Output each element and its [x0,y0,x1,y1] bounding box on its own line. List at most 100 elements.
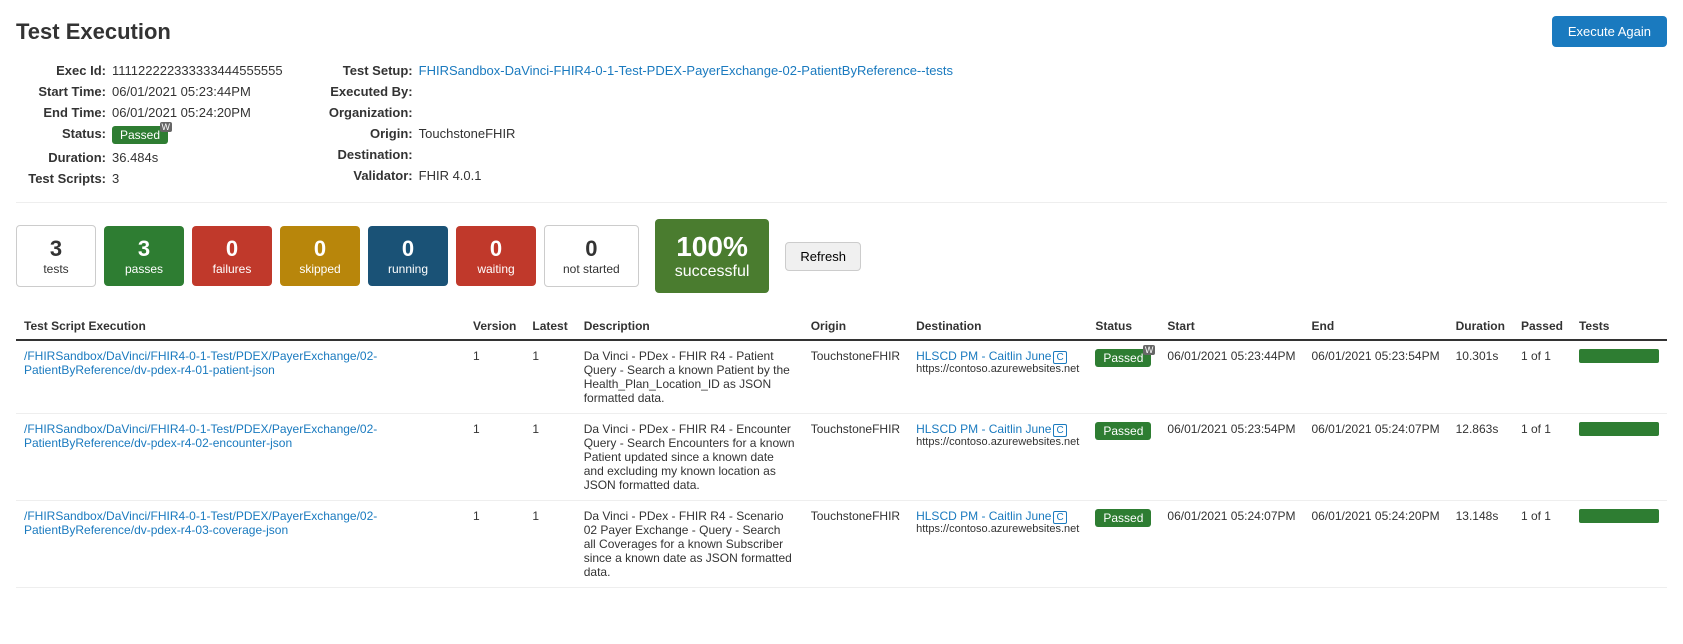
destination-label: Destination: [323,147,413,162]
destination-link[interactable]: HLSCD PM - Caitlin JuneC [916,509,1067,523]
test-scripts-row: Test Scripts: 3 [16,171,283,186]
cell-tests [1571,340,1667,414]
test-setup-link[interactable]: FHIRSandbox-DaVinci-FHIR4-0-1-Test-PDEX-… [419,63,953,78]
end-time-value: 06/01/2021 05:24:20PM [112,105,251,120]
test-scripts-label: Test Scripts: [16,171,106,186]
cell-duration: 10.301s [1448,340,1513,414]
stat-skipped: 0 skipped [280,226,360,286]
waiting-label: waiting [477,262,514,276]
cell-origin: TouchstoneFHIR [803,340,908,414]
cell-start: 06/01/2021 05:23:44PM [1159,340,1303,414]
refresh-button[interactable]: Refresh [785,242,861,271]
cell-version: 1 [465,501,524,588]
start-time-label: Start Time: [16,84,106,99]
cell-end: 06/01/2021 05:24:07PM [1304,414,1448,501]
col-tests: Tests [1571,313,1667,340]
organization-row: Organization: [323,105,953,120]
status-badge: Passed [1095,509,1151,527]
start-time-row: Start Time: 06/01/2021 05:23:44PM [16,84,283,99]
cell-description: Da Vinci - PDex - FHIR R4 - Scenario 02 … [576,501,803,588]
running-number: 0 [402,236,414,262]
cell-start: 06/01/2021 05:24:07PM [1159,501,1303,588]
col-destination: Destination [908,313,1087,340]
cell-version: 1 [465,340,524,414]
col-end: End [1304,313,1448,340]
cell-destination: HLSCD PM - Caitlin JuneChttps://contoso.… [908,414,1087,501]
destination-link[interactable]: HLSCD PM - Caitlin JuneC [916,422,1067,436]
cell-status: Passed [1087,340,1159,414]
stats-row: 3 tests 3 passes 0 failures 0 skipped 0 … [16,219,1667,293]
cell-duration: 12.863s [1448,414,1513,501]
cell-end: 06/01/2021 05:24:20PM [1304,501,1448,588]
progress-bar [1579,349,1659,363]
col-status: Status [1087,313,1159,340]
organization-label: Organization: [323,105,413,120]
cell-destination: HLSCD PM - Caitlin JuneChttps://contoso.… [908,501,1087,588]
destination-row: Destination: [323,147,953,162]
success-percent: 100% [675,231,750,263]
test-setup-label: Test Setup: [323,63,413,78]
cell-origin: TouchstoneFHIR [803,501,908,588]
status-badge: Passed [112,126,168,144]
col-origin: Origin [803,313,908,340]
cell-destination: HLSCD PM - Caitlin JuneChttps://contoso.… [908,340,1087,414]
script-link[interactable]: /FHIRSandbox/DaVinci/FHIR4-0-1-Test/PDEX… [24,349,377,377]
table-row: /FHIRSandbox/DaVinci/FHIR4-0-1-Test/PDEX… [16,501,1667,588]
skipped-number: 0 [314,236,326,262]
cell-duration: 13.148s [1448,501,1513,588]
page-header: Test Execution Execute Again [16,16,1667,47]
notstarted-number: 0 [585,236,597,262]
results-table: Test Script Execution Version Latest Des… [16,313,1667,588]
end-time-row: End Time: 06/01/2021 05:24:20PM [16,105,283,120]
destination-link[interactable]: HLSCD PM - Caitlin JuneC [916,349,1067,363]
failures-label: failures [213,262,252,276]
stat-notstarted: 0 not started [544,225,639,287]
stat-passes: 3 passes [104,226,184,286]
stat-tests: 3 tests [16,225,96,287]
validator-value: FHIR 4.0.1 [419,168,482,183]
stat-waiting: 0 waiting [456,226,536,286]
duration-label: Duration: [16,150,106,165]
table-body: /FHIRSandbox/DaVinci/FHIR4-0-1-Test/PDEX… [16,340,1667,588]
validator-label: Validator: [323,168,413,183]
progress-bar [1579,422,1659,436]
cell-passed: 1 of 1 [1513,340,1571,414]
cell-version: 1 [465,414,524,501]
waiting-number: 0 [490,236,502,262]
origin-row: Origin: TouchstoneFHIR [323,126,953,141]
cell-origin: TouchstoneFHIR [803,414,908,501]
stat-failures: 0 failures [192,226,272,286]
table-row: /FHIRSandbox/DaVinci/FHIR4-0-1-Test/PDEX… [16,340,1667,414]
failures-number: 0 [226,236,238,262]
passes-label: passes [125,262,163,276]
progress-bar [1579,509,1659,523]
table-header-row: Test Script Execution Version Latest Des… [16,313,1667,340]
col-passed: Passed [1513,313,1571,340]
col-script: Test Script Execution [16,313,465,340]
cell-passed: 1 of 1 [1513,414,1571,501]
passes-number: 3 [138,236,150,262]
notstarted-label: not started [563,262,620,276]
running-label: running [388,262,428,276]
test-scripts-value: 3 [112,171,119,186]
col-version: Version [465,313,524,340]
origin-value: TouchstoneFHIR [419,126,516,141]
info-section: Exec Id: 111122222333333444555555 Start … [16,63,1667,203]
col-latest: Latest [524,313,575,340]
cell-passed: 1 of 1 [1513,501,1571,588]
tests-number: 3 [50,236,62,262]
script-link[interactable]: /FHIRSandbox/DaVinci/FHIR4-0-1-Test/PDEX… [24,422,377,450]
col-description: Description [576,313,803,340]
cell-latest: 1 [524,340,575,414]
executed-by-label: Executed By: [323,84,413,99]
cell-tests [1571,501,1667,588]
skipped-label: skipped [299,262,340,276]
table-header: Test Script Execution Version Latest Des… [16,313,1667,340]
script-link[interactable]: /FHIRSandbox/DaVinci/FHIR4-0-1-Test/PDEX… [24,509,377,537]
cell-script: /FHIRSandbox/DaVinci/FHIR4-0-1-Test/PDEX… [16,340,465,414]
executed-by-row: Executed By: [323,84,953,99]
execute-again-button[interactable]: Execute Again [1552,16,1667,47]
cell-tests [1571,414,1667,501]
exec-id-value: 111122222333333444555555 [112,63,283,78]
duration-value: 36.484s [112,150,158,165]
